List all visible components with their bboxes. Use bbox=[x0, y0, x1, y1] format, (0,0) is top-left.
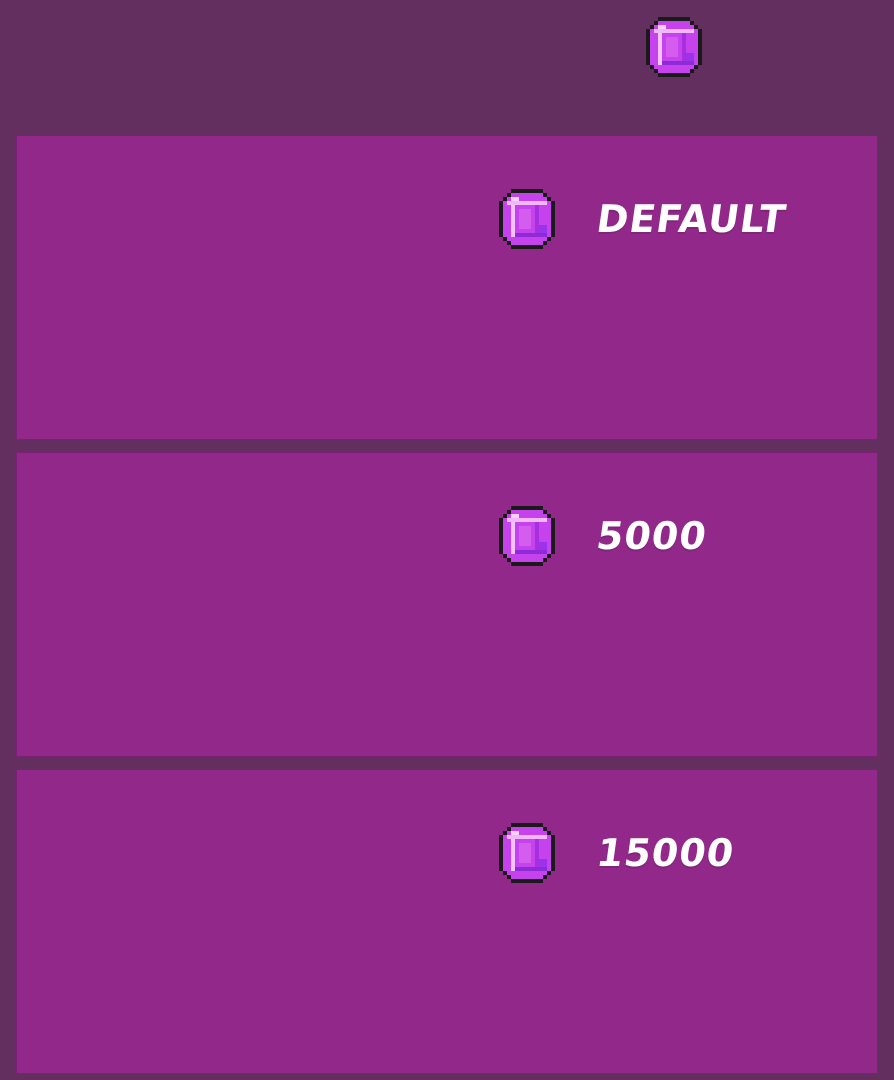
item-price-label: 15000 bbox=[593, 831, 738, 875]
shop-item-default[interactable]: DEFAULT bbox=[16, 135, 878, 440]
purple-gem-icon bbox=[499, 506, 555, 566]
shop-item-15000[interactable]: 15000 bbox=[16, 769, 878, 1074]
top-bar bbox=[0, 0, 894, 128]
item-price-label: DEFAULT bbox=[593, 197, 790, 241]
purple-gem-icon bbox=[499, 189, 555, 249]
item-price-label: 5000 bbox=[593, 514, 710, 558]
purple-gem-icon bbox=[646, 17, 702, 77]
shop-item-5000[interactable]: 5000 bbox=[16, 452, 878, 757]
purple-gem-icon bbox=[499, 823, 555, 883]
